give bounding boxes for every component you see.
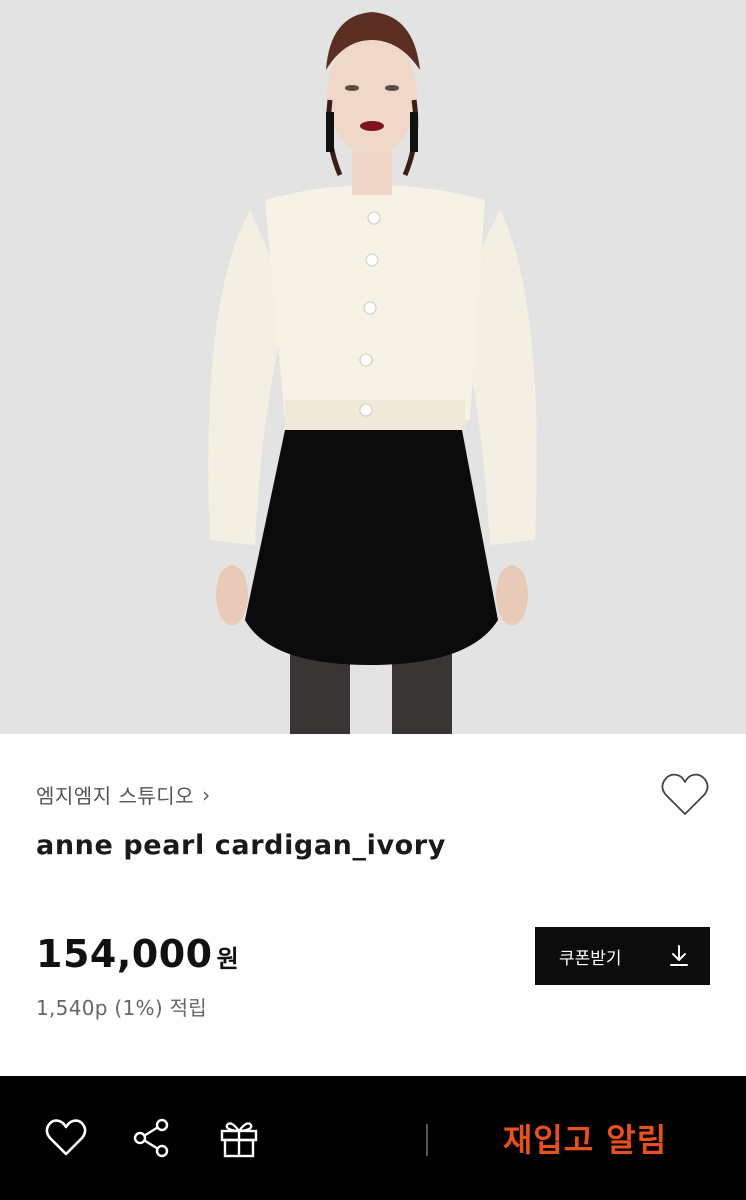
product-photo [0,0,746,734]
heart-outline-icon [661,773,709,815]
share-icon[interactable] [130,1116,174,1160]
brand-link[interactable]: 엠지엠지 스튜디오 › [36,780,211,809]
product-price: 154,000 [36,932,213,976]
bottom-bar-divider [426,1124,428,1156]
wishlist-heart-button[interactable] [660,772,710,818]
heart-icon[interactable] [44,1116,88,1160]
brand-name: 엠지엠지 스튜디오 [36,784,195,808]
coupon-button-label: 쿠폰받기 [559,948,622,969]
product-photo-illustration [0,0,746,734]
gift-icon[interactable] [217,1116,261,1160]
price-currency: 원 [216,945,239,973]
reward-points: 1,540p (1%) 적립 [36,996,207,1020]
product-info-panel: 엠지엠지 스튜디오 › anne pearl cardigan_ivory 15… [0,734,746,1076]
chevron-right-icon: › [202,782,211,807]
coupon-download-button[interactable]: 쿠폰받기 [535,927,710,985]
download-icon [670,945,688,966]
product-name: anne pearl cardigan_ivory [36,830,446,861]
restock-alert-button[interactable]: 재입고 알림 [440,1076,730,1200]
price-row: 154,000 원 [36,932,239,976]
